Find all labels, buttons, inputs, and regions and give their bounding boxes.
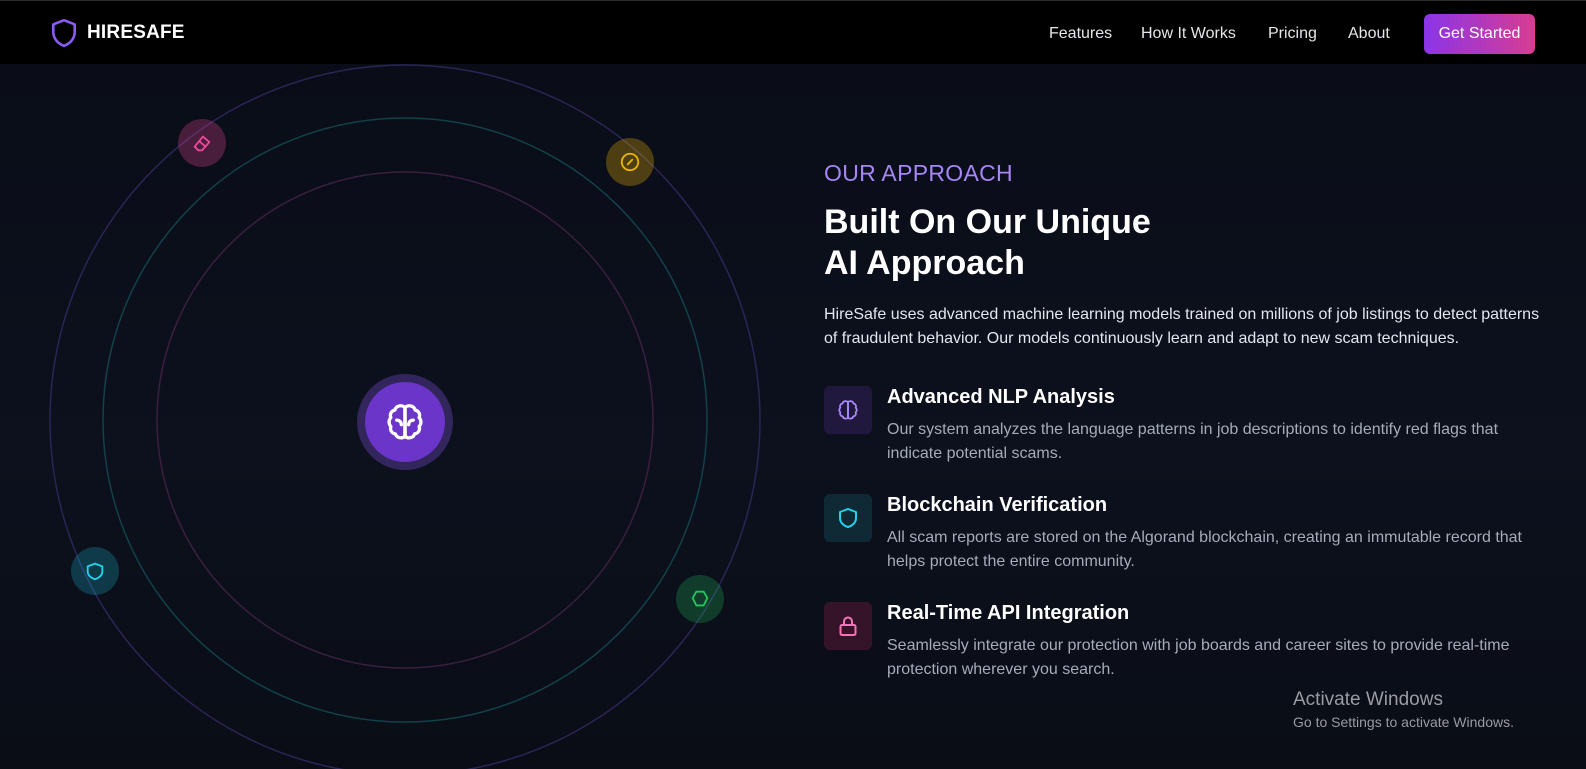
shield-icon xyxy=(839,508,857,528)
nav-link-features[interactable]: Features xyxy=(1049,25,1112,43)
brain-icon xyxy=(838,400,858,420)
center-brain-badge xyxy=(357,374,453,470)
section-intro: HireSafe uses advanced machine learning … xyxy=(824,306,1540,347)
feature-item-blockchain: Blockchain Verification All scam reports… xyxy=(824,494,1544,584)
windows-activation-watermark: Activate Windows Go to Settings to activ… xyxy=(1293,688,1514,732)
feature-description: All scam reports are stored on the Algor… xyxy=(887,529,1522,570)
center-brain-core xyxy=(365,382,445,462)
headline-line-1: Built On Our Unique xyxy=(824,203,1151,241)
nav-link-about[interactable]: About xyxy=(1348,25,1390,43)
feature-icon-box xyxy=(824,602,872,650)
feature-item-nlp: Advanced NLP Analysis Our system analyze… xyxy=(824,386,1544,476)
nav-link-how-it-works[interactable]: How It Works xyxy=(1141,25,1236,43)
feature-icon-box xyxy=(824,494,872,542)
feature-description: Seamlessly integrate our protection with… xyxy=(887,637,1510,678)
orbit-node-hexagon xyxy=(676,575,724,623)
section-headline: Built On Our Unique AI Approach xyxy=(824,202,1384,284)
feature-description: Our system analyzes the language pattern… xyxy=(887,421,1499,462)
top-navbar: HIRESAFE Features How It Works Pricing A… xyxy=(0,0,1586,64)
brain-icon xyxy=(387,404,423,440)
feature-icon-box xyxy=(824,386,872,434)
orbit-node-eraser xyxy=(178,119,226,167)
section-eyebrow: OUR APPROACH xyxy=(824,160,1013,186)
watermark-subtitle: Go to Settings to activate Windows. xyxy=(1293,714,1514,730)
brand-logo[interactable]: HIRESAFE xyxy=(51,18,185,48)
feature-title: Blockchain Verification xyxy=(887,494,1108,516)
headline-line-2: AI Approach xyxy=(824,244,1025,282)
feature-title: Real-Time API Integration xyxy=(887,602,1130,624)
shield-icon xyxy=(86,562,104,581)
compass-icon xyxy=(620,152,640,172)
get-started-button[interactable]: Get Started xyxy=(1424,14,1535,54)
feature-title: Advanced NLP Analysis xyxy=(887,386,1115,408)
brand-name: HIRESAFE xyxy=(87,22,185,43)
hexagon-icon xyxy=(691,590,709,607)
feature-item-api: Real-Time API Integration Seamlessly int… xyxy=(824,602,1544,692)
watermark-title: Activate Windows xyxy=(1293,689,1443,710)
orbit-node-shield xyxy=(71,547,119,595)
orbit-node-compass xyxy=(606,138,654,186)
nav-link-pricing[interactable]: Pricing xyxy=(1268,25,1317,43)
lock-icon xyxy=(839,616,857,636)
shield-icon xyxy=(51,18,76,48)
eraser-icon xyxy=(193,135,211,152)
